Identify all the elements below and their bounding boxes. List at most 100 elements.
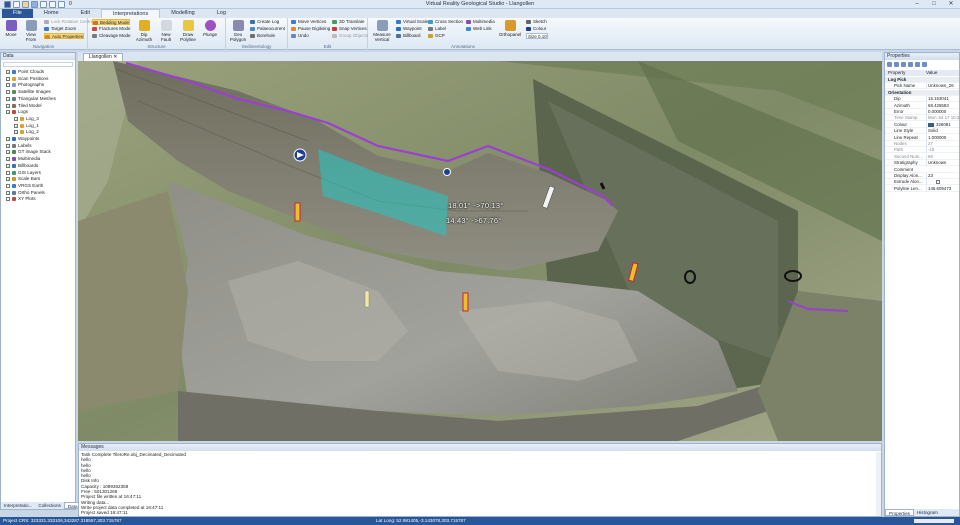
draw-polyline-button[interactable]: Draw Polyline [178,20,198,42]
property-value[interactable]: Unknown_26 [926,83,960,90]
extrude-checkbox[interactable] [936,180,940,185]
property-pages-icon[interactable] [901,62,906,67]
create-log-button[interactable]: Create Log [250,19,279,25]
tree-checkbox[interactable]: ✓ [14,116,18,121]
close-icon[interactable]: ✕ [945,0,957,8]
tab-modelling[interactable]: Modelling [160,9,206,18]
tree-checkbox[interactable]: ✓ [14,123,18,128]
log-marker-1[interactable] [294,202,301,222]
3d-viewport[interactable]: 18.01° ->70.13° 14.43° ->67.76° [78,61,882,441]
alphabetical-icon[interactable] [894,62,899,67]
tree-checkbox[interactable]: ✓ [6,150,10,155]
plunge-button[interactable]: Plunge [200,20,220,37]
tree-checkbox[interactable]: ✓ [6,143,10,148]
orthopanel-button[interactable]: Orthopanel [498,20,522,37]
refresh-icon[interactable] [915,62,920,67]
tree-checkbox[interactable]: ✓ [6,157,10,162]
property-value[interactable]: Solid [926,128,960,135]
tree-checkbox[interactable] [6,183,10,188]
tree-checkbox[interactable] [6,197,10,202]
property-row[interactable]: Pick Name Unknown_26 [885,83,960,90]
log-marker-2[interactable] [462,292,469,312]
tab-interpretations-panel[interactable]: Interpretatio... [1,502,35,509]
property-row[interactable]: Nodes 27 [885,141,959,147]
3d-translate-button[interactable]: 3D Translate [332,19,365,25]
categorized-icon[interactable] [887,62,892,67]
property-category[interactable]: Orientation [885,89,959,96]
label-button[interactable]: Label [428,26,446,32]
tree-checkbox[interactable] [6,90,10,95]
tab-edit[interactable]: Edit [70,9,101,18]
view-from-button[interactable]: View From [21,20,41,42]
property-value[interactable]: 68.425583 [926,102,960,109]
property-value[interactable]: 0.000000 [926,109,960,115]
tree-checkbox[interactable]: ✓ [14,130,18,135]
property-row[interactable]: Time Stamp Mon Jul 17 10:3... [885,115,960,122]
property-row[interactable]: Display Alon... 23 [885,173,959,179]
group-objects-button[interactable]: Group Objects [332,33,368,39]
property-value[interactable]: 27 [926,141,960,147]
waypoint-button[interactable]: Waypoint [396,26,422,32]
tree-checkbox[interactable]: ✓ [6,177,10,182]
tab-log[interactable]: Log [206,9,237,18]
sketch-button[interactable]: Sketch [526,19,547,25]
tab-llangollen[interactable]: Llangollen ✕ [83,53,124,61]
maximize-icon[interactable]: □ [928,0,940,8]
tab-file[interactable]: File [2,9,33,18]
property-value[interactable] [926,179,960,186]
tab-properties[interactable]: Properties [885,509,914,516]
pause-digitising-button[interactable]: Pause Digitising [291,26,330,32]
virtual-scale-button[interactable]: Virtual Scale [396,19,428,25]
property-row[interactable]: Colour 326081 [885,121,960,128]
zoom-icon[interactable] [922,62,927,67]
property-row[interactable]: Line Repeat 1.000000 [885,134,960,141]
minimize-icon[interactable]: – [911,0,923,8]
dip-azimuth-button[interactable]: Dip Azimuth [134,20,154,42]
new-fault-button[interactable]: New Fault [156,20,176,42]
property-row[interactable]: Second Num... 66 [885,153,959,160]
cleavage-mode-button[interactable]: Cleavage Mode [92,33,131,39]
size-field[interactable]: Size 0.10 [526,33,548,39]
tree-checkbox[interactable]: ✓ [6,190,10,195]
snap-vertices-button[interactable]: Snap Vertices [332,26,367,32]
measure-vertical-button[interactable]: Measure Vertical [371,20,393,42]
tab-collections[interactable]: Collections [35,502,63,509]
property-value[interactable]: 326081 [926,121,960,128]
tree-checkbox[interactable]: ✓ [6,110,10,115]
tree-checkbox[interactable]: ✓ [6,163,10,168]
property-value[interactable]: 146.609473 [926,185,960,192]
data-search-field[interactable] [3,62,73,67]
property-value[interactable]: Unknown [926,160,960,167]
web-link-button[interactable]: Web Link [466,26,492,32]
property-row[interactable]: Polyline Len... 146.609473 [885,185,960,192]
property-category[interactable]: Log Pick [885,77,959,83]
tree-checkbox[interactable]: ✓ [6,96,10,101]
auto-properties-button[interactable]: Auto Properties [44,33,85,39]
property-row[interactable]: Extrude Alon... [885,179,960,186]
tab-histogram[interactable]: Histogram [914,509,941,516]
palaeocurrent-button[interactable]: Palaeocurrent [250,26,285,32]
tree-checkbox[interactable] [6,83,10,88]
property-value[interactable]: 23 [926,173,960,179]
property-value[interactable]: 1.000000 [926,134,960,141]
borehole-button[interactable]: Borehole [250,33,275,39]
colour-button[interactable]: Colour [526,26,546,32]
tree-checkbox[interactable] [6,76,10,81]
undo-button[interactable]: Undo [291,33,309,39]
property-row[interactable]: Error 0.000000 [885,109,959,115]
events-icon[interactable] [908,62,913,67]
multimedia-button[interactable]: Multimedia [466,19,495,25]
tab-home[interactable]: Home [33,9,70,18]
property-row[interactable]: Stratigraphy Unknown [885,160,960,167]
move-vertices-button[interactable]: Move Vertices [291,19,326,25]
property-row[interactable]: Dip 15.153041 [885,96,960,103]
messages-scrollbar[interactable] [876,452,881,516]
property-value[interactable]: Mon Jul 17 10:3... [926,115,960,122]
waypoint-pin[interactable] [443,168,451,176]
tab-interpretations[interactable]: Interpretations [101,9,161,18]
tree-checkbox[interactable] [6,170,10,175]
property-row[interactable]: Line Style Solid [885,128,960,135]
cross-section-button[interactable]: Cross Section [428,19,463,25]
property-value[interactable]: 15.153041 [926,96,960,103]
property-row[interactable]: Azimuth 68.425583 [885,102,960,109]
